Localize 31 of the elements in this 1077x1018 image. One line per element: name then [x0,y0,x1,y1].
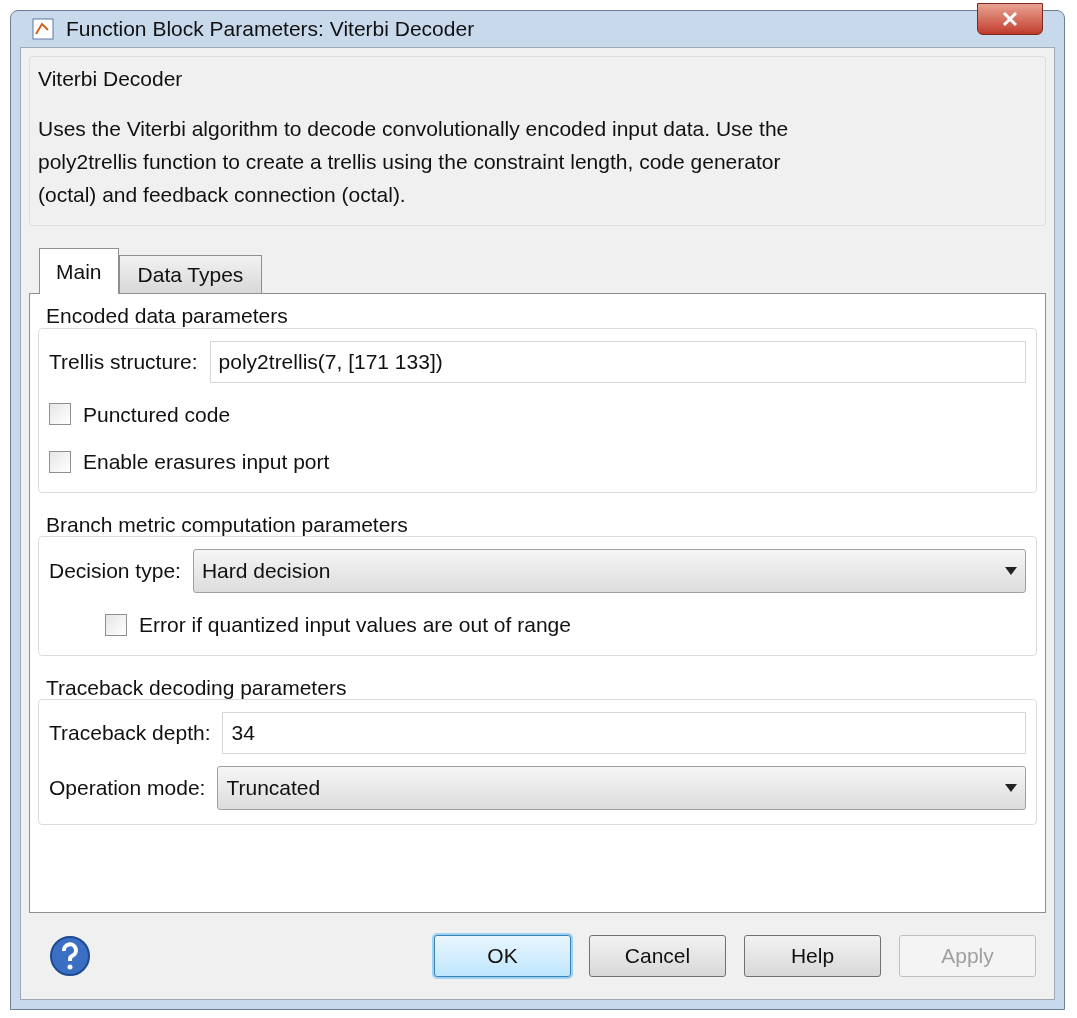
checkbox-label: Punctured code [83,401,231,428]
field-label: Trellis structure: [49,348,198,375]
field-label: Traceback depth: [49,720,211,747]
window-title: Function Block Parameters: Viterbi Decoder [66,16,476,42]
dialog-button[interactable]: Cancel [589,935,726,977]
checkbox-label: Error if quantized input values are out of range [139,612,571,638]
group-title: Traceback decoding parameters [45,674,348,701]
close-button[interactable] [977,2,1043,35]
checkbox-label: Enable erasures input port [83,449,330,475]
block-description: Uses the Viterbi algorithm to decode convolutionally encoded input data. Use the poly2trellis function to create a trellis using the constraint length, code generator (octal) and feedback connection (octal). [38,116,790,208]
checkbox[interactable] [49,450,71,473]
tab[interactable]: Main [39,248,119,294]
dialog-button[interactable]: Help [744,935,881,977]
group-title: Branch metric computation parameters [45,511,409,538]
dropdown-label: Decision type: [49,558,181,585]
block-name: Viterbi Decoder [38,65,184,92]
dialog-button[interactable]: OK [434,935,571,977]
dropdown[interactable]: Truncated [217,766,1026,810]
help-icon[interactable] [49,935,91,977]
caret-icon [1005,784,1017,792]
input-field[interactable]: 34 [222,712,1026,754]
checkbox[interactable] [105,613,127,636]
dropdown-label: Operation mode: [49,775,206,802]
block-icon [32,17,54,40]
close-icon [1002,10,1018,27]
input-field[interactable]: poly2trellis(7, [171 133]) [209,340,1026,383]
group-title: Encoded data parameters [45,303,289,329]
checkbox[interactable] [49,403,71,426]
dropdown[interactable]: Hard decision [192,549,1026,593]
caret-icon [1005,567,1017,575]
tab[interactable]: Data Types [118,255,263,293]
